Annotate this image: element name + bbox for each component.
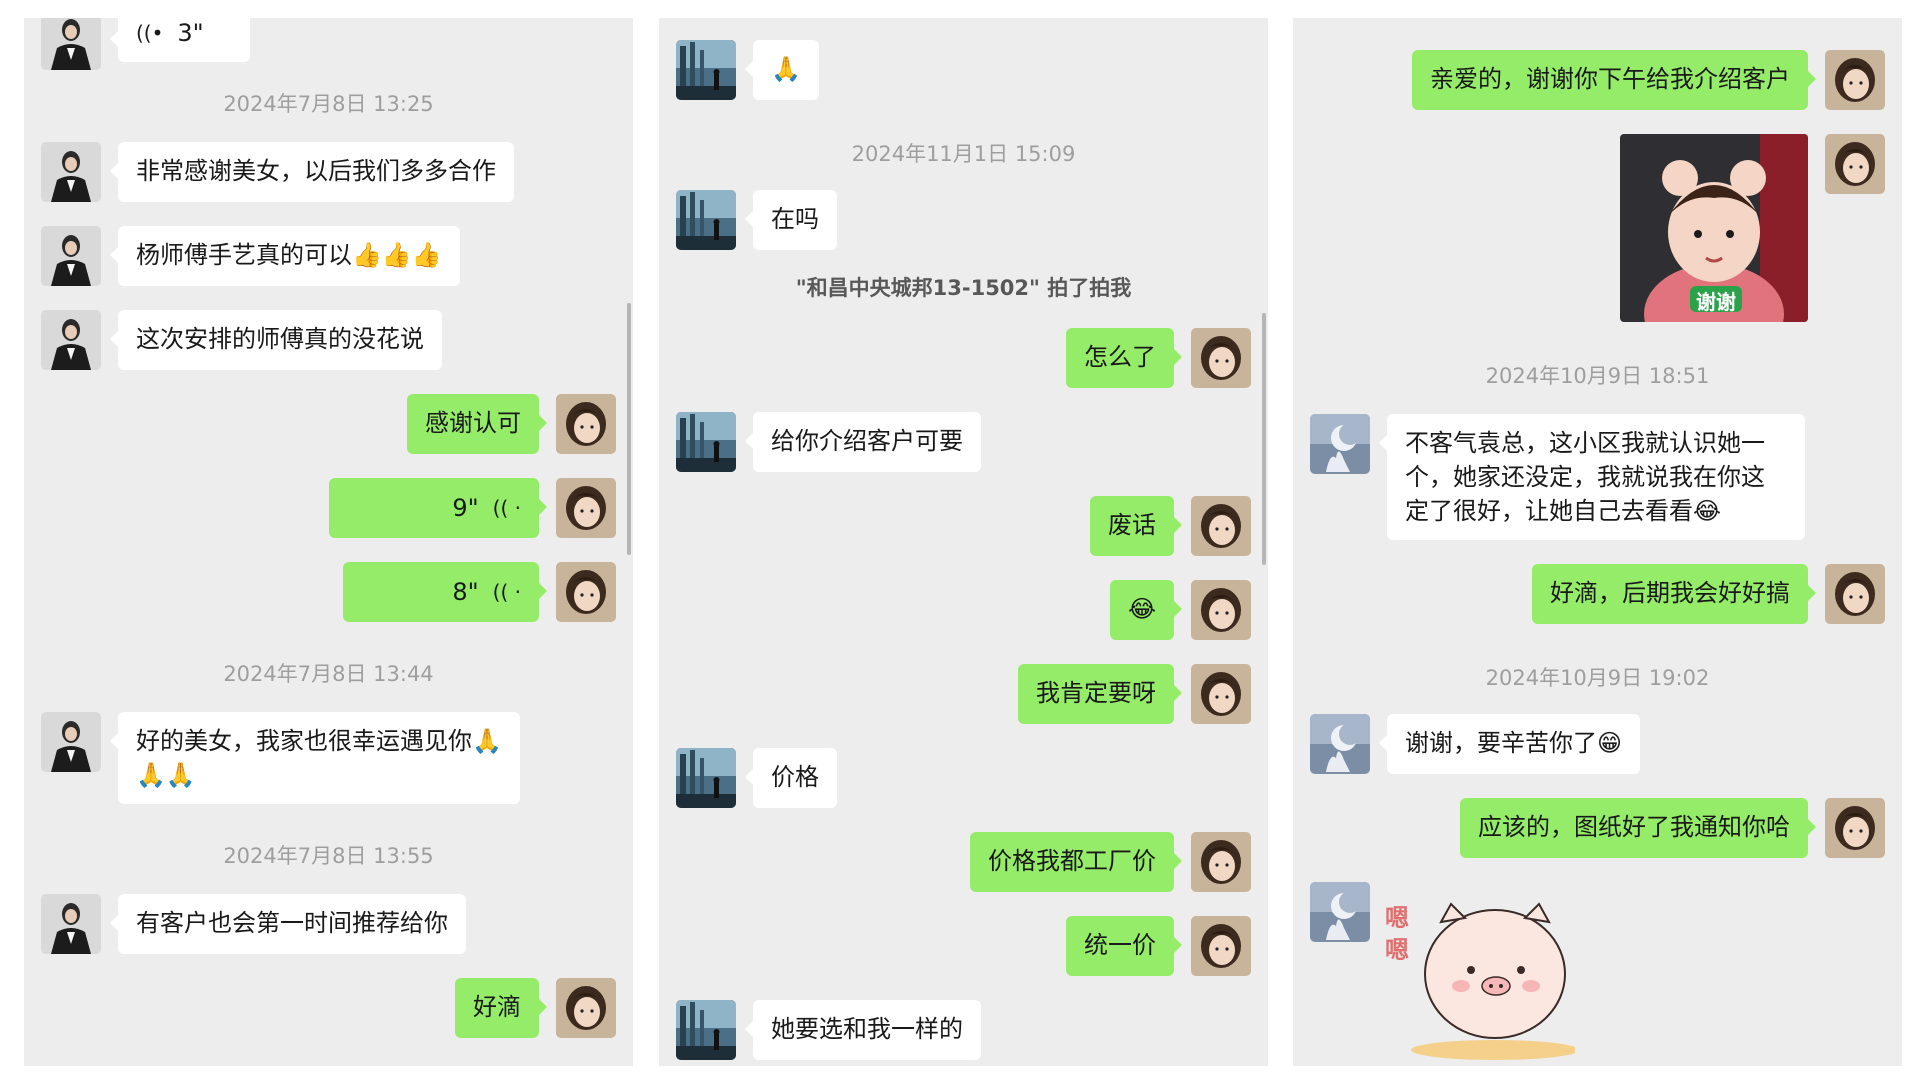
voice-message[interactable]: 9" (( · [329, 478, 547, 538]
message-bubble[interactable]: 非常感谢美女，以后我们多多合作 [110, 142, 514, 202]
my-avatar[interactable] [556, 562, 616, 622]
voice-duration: 3" [177, 19, 204, 47]
scrollbar[interactable] [627, 303, 631, 555]
message-line: 好的美女，我家也很幸运遇见你🙏 [136, 727, 502, 755]
timestamp: 2024年10月9日 18:51 [1485, 364, 1710, 388]
my-avatar[interactable] [1825, 564, 1885, 624]
message-bubble[interactable]: 废话 [1090, 496, 1182, 556]
message-line: 个，她家还没定，我就说我在你这 [1405, 463, 1765, 491]
voice-message[interactable]: ((• 3" [110, 18, 250, 62]
message-bubble[interactable]: 好滴 [455, 978, 547, 1038]
message-bubble[interactable]: 应该的，图纸好了我通知你哈 [1460, 798, 1816, 858]
message-bubble[interactable]: 感谢认可 [407, 394, 547, 454]
my-avatar[interactable] [1825, 798, 1885, 858]
message-bubble[interactable]: 这次安排的师傅真的没花说 [110, 310, 442, 370]
contact-avatar[interactable] [41, 142, 101, 202]
contact-avatar[interactable] [1310, 714, 1370, 774]
contact-avatar[interactable] [676, 412, 736, 472]
message-bubble[interactable]: 给你介绍客户可要 [745, 412, 981, 472]
my-avatar[interactable] [1191, 664, 1251, 724]
message-bubble[interactable]: 🙏 [745, 40, 819, 100]
pat-notice: "和昌中央城邦13-1502" 拍了拍我 [795, 276, 1132, 300]
message-bubble[interactable]: 她要选和我一样的 [745, 1000, 981, 1060]
message-bubble[interactable]: 怎么了 [1066, 328, 1182, 388]
sound-wave-icon: ((• [136, 21, 164, 45]
timestamp: 2024年7月8日 13:55 [223, 844, 434, 868]
contact-avatar[interactable] [41, 712, 101, 772]
sticker-image[interactable]: 谢谢 [1620, 134, 1808, 322]
message-bubble[interactable]: 我肯定要呀 [1018, 664, 1182, 724]
message-bubble[interactable]: 好的美女，我家也很幸运遇见你🙏 🙏🙏 [110, 712, 520, 804]
message-line: 不客气袁总，这小区我就认识她一 [1405, 429, 1765, 457]
contact-avatar[interactable] [676, 1000, 736, 1060]
message-bubble[interactable]: 亲爱的，谢谢你下午给我介绍客户 [1412, 50, 1816, 110]
contact-avatar[interactable] [41, 226, 101, 286]
message-row: ((• 3" [24, 18, 633, 70]
contact-avatar[interactable] [676, 190, 736, 250]
message-bubble[interactable]: 在吗 [745, 190, 837, 250]
my-avatar[interactable] [1825, 50, 1885, 110]
message-bubble[interactable]: 不客气袁总，这小区我就认识她一 个，她家还没定，我就说我在你这 定了很好，让她自… [1379, 414, 1805, 540]
pig-sticker-icon [1411, 902, 1579, 1060]
voice-duration: 8" [452, 578, 479, 606]
chat-panel-3: 亲爱的，谢谢你下午给我介绍客户 谢谢 2024年10月9日 18:51 不客气袁… [1293, 18, 1902, 1066]
message-line: 定了很好，让她自己去看看😂 [1405, 497, 1722, 525]
my-avatar[interactable] [1191, 496, 1251, 556]
my-avatar[interactable] [1191, 916, 1251, 976]
timestamp: 2024年7月8日 13:25 [223, 92, 434, 116]
chat-panel-2: 🙏 2024年11月1日 15:09 在吗 "和昌中央城邦13-1502" 拍了… [659, 18, 1268, 1066]
my-avatar[interactable] [1191, 832, 1251, 892]
chat-panel-1: ((• 3" 2024年7月8日 13:25 非常感谢美女，以后我们多多合作 杨… [24, 18, 633, 1066]
contact-avatar[interactable] [676, 40, 736, 100]
my-avatar[interactable] [556, 978, 616, 1038]
message-bubble[interactable]: 统一价 [1066, 916, 1182, 976]
contact-avatar[interactable] [41, 310, 101, 370]
contact-avatar[interactable] [1310, 882, 1370, 942]
my-avatar[interactable] [556, 394, 616, 454]
sound-wave-icon: (( · [492, 580, 521, 604]
timestamp: 2024年11月1日 15:09 [851, 142, 1076, 166]
sticker-caption: 嗯嗯 [1385, 904, 1409, 964]
message-bubble[interactable]: 有客户也会第一时间推荐给你 [110, 894, 466, 954]
voice-duration: 9" [452, 494, 479, 522]
sticker-image[interactable]: 嗯嗯 [1385, 882, 1579, 1060]
message-bubble[interactable]: 价格 [745, 748, 837, 808]
message-bubble[interactable]: 谢谢，要辛苦你了😁 [1378, 714, 1641, 774]
message-bubble[interactable]: 杨师傅手艺真的可以👍👍👍 [110, 226, 460, 286]
timestamp: 2024年10月9日 19:02 [1485, 666, 1710, 690]
my-avatar[interactable] [1191, 328, 1251, 388]
contact-avatar[interactable] [41, 18, 101, 70]
message-bubble[interactable]: 😂 [1109, 580, 1183, 640]
contact-avatar[interactable] [676, 748, 736, 808]
contact-avatar[interactable] [1310, 414, 1370, 474]
message-line: 🙏🙏 [136, 761, 196, 789]
message-bubble[interactable]: 价格我都工厂价 [970, 832, 1182, 892]
voice-message[interactable]: 8" (( · [343, 562, 547, 622]
my-avatar[interactable] [1191, 580, 1251, 640]
timestamp: 2024年7月8日 13:44 [223, 662, 434, 686]
my-avatar[interactable] [1825, 134, 1885, 194]
message-bubble[interactable]: 好滴，后期我会好好搞 [1532, 564, 1816, 624]
sound-wave-icon: (( · [492, 496, 521, 520]
contact-avatar[interactable] [41, 894, 101, 954]
sticker-caption: 谢谢 [1696, 290, 1736, 314]
my-avatar[interactable] [556, 478, 616, 538]
scrollbar[interactable] [1262, 313, 1266, 565]
